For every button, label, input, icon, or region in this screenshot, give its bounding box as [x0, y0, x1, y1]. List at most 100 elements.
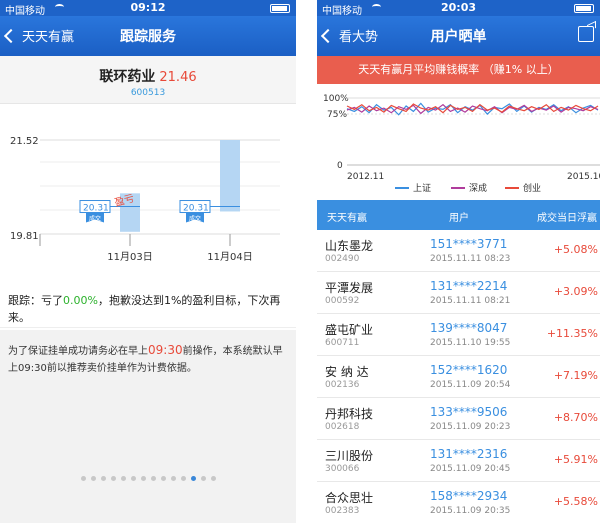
- notice-time: 09:30: [148, 343, 183, 357]
- buy-price-label: 20.31: [83, 204, 109, 214]
- stock-name: 山东墨龙: [325, 239, 374, 253]
- stock-code: 002383: [325, 506, 360, 516]
- battery-icon: [270, 4, 290, 13]
- user-phone: 131****2316: [430, 447, 508, 461]
- price-range-bar: [220, 140, 240, 212]
- nav-bar: 看大势 用户晒单: [317, 16, 600, 56]
- y-bottom-label: 19.81: [10, 231, 39, 242]
- track-prefix: 跟踪：亏了: [8, 294, 63, 307]
- win-rate-banner: 天天有赢月平均赚钱概率 （赚1% 以上）: [317, 56, 600, 84]
- stock-name: 盛屯矿业: [325, 323, 374, 337]
- stock-name: 三川股份: [325, 449, 374, 463]
- page-title: 跟踪服务: [120, 29, 176, 45]
- price-track-chart: 21.52 19.81 20.31成交盈亏11月03日20.31成交11月04日: [10, 136, 280, 263]
- stock-header: 联环药业 21.46 600513: [0, 56, 296, 104]
- track-result: 跟踪：亏了0.00%，抱歉没达到1%的盈利目标，下次再来。: [0, 284, 296, 328]
- page-dot[interactable]: [180, 476, 186, 481]
- stock-code: 600711: [325, 338, 360, 348]
- page-dot[interactable]: [80, 476, 86, 481]
- status-bar: 中国移动 20:03: [317, 0, 600, 17]
- page-dot[interactable]: [160, 476, 166, 481]
- stock-name: 联环药业: [99, 69, 156, 85]
- page-dot[interactable]: [130, 476, 136, 481]
- stock-name: 合众思壮: [325, 491, 374, 505]
- screen-gap: [296, 0, 317, 523]
- status-bar: 中国移动 09:12: [0, 0, 296, 17]
- table-row[interactable]: 安 纳 达 002136 152****1620 2015.11.09 20:54 +7…: [317, 356, 600, 398]
- user-phone: 133****9506: [430, 405, 508, 419]
- user-phone: 131****2214: [430, 279, 508, 293]
- float-gain: +8.70%: [553, 411, 598, 424]
- table-row[interactable]: 盛屯矿业 600711 139****8047 2015.11.10 19:55 +11…: [317, 314, 600, 356]
- share-list: 山东墨龙 002490 151****3771 2015.11.11 08:23 +5.…: [317, 230, 600, 523]
- stock-name: 安 纳 达: [325, 365, 369, 379]
- right-screen: 中国移动 20:03 看大势 用户晒单 天天有赢月平均赚钱概率 （赚1% 以上）…: [317, 0, 600, 523]
- stock-price: 21.46: [159, 70, 197, 85]
- stock-code: 000592: [325, 296, 360, 306]
- battery-icon: [574, 4, 594, 13]
- page-dot[interactable]: [90, 476, 96, 481]
- table-row[interactable]: 山东墨龙 002490 151****3771 2015.11.11 08:23 +5.…: [317, 230, 600, 272]
- float-gain: +5.08%: [553, 243, 598, 256]
- page-dot[interactable]: [100, 476, 106, 481]
- float-gain: +3.09%: [553, 285, 598, 298]
- page-dot[interactable]: [210, 476, 216, 481]
- stock-code: 002490: [325, 254, 360, 264]
- page-dot[interactable]: [170, 476, 176, 481]
- trade-date: 2015.11.09 20:23: [430, 422, 511, 432]
- page-dot[interactable]: [200, 476, 206, 481]
- notice-text: 为了保证挂单成功请务必在早上09:30前操作，本系统默认早上09:30前以推荐卖…: [0, 330, 296, 523]
- legend-label: 上证: [413, 183, 431, 194]
- float-gain: +5.91%: [553, 453, 598, 466]
- page-title: 用户晒单: [430, 29, 487, 45]
- stock-name: 丹邦科技: [325, 407, 374, 421]
- stock-name: 平潭发展: [325, 281, 374, 295]
- col-header-float: 成交当日浮赢: [537, 213, 597, 224]
- trade-date: 2015.11.10 19:55: [430, 338, 511, 348]
- stock-code: 002618: [325, 422, 360, 432]
- user-phone: 158****2934: [430, 489, 508, 503]
- x-label-start: 2012.11: [347, 172, 384, 182]
- table-row[interactable]: 丹邦科技 002618 133****9506 2015.11.09 20:23 +8.…: [317, 398, 600, 440]
- stock-code: 300066: [325, 464, 360, 474]
- left-screen: 中国移动 09:12 天天有赢 跟踪服务 联环药业 21.46 600513 21…: [0, 0, 296, 523]
- table-row[interactable]: 三川股份 300066 131****2316 2015.11.09 20:45 +5.…: [317, 440, 600, 482]
- status-time: 09:12: [130, 1, 166, 14]
- trade-tag-label: 成交: [89, 215, 101, 223]
- buy-price-label: 20.31: [183, 204, 209, 214]
- notice-part1: 为了保证挂单成功请务必在早上: [8, 346, 148, 357]
- y-top-label: 21.52: [10, 136, 39, 147]
- page-indicator[interactable]: [0, 476, 296, 481]
- page-dot[interactable]: [120, 476, 126, 481]
- share-icon[interactable]: [578, 26, 594, 42]
- trade-date: 2015.11.11 08:23: [430, 254, 511, 264]
- float-gain: +5.58%: [553, 495, 598, 508]
- page-dot[interactable]: [190, 476, 196, 481]
- page-dot[interactable]: [110, 476, 116, 481]
- stock-code: 002136: [325, 380, 360, 390]
- stock-code: 600513: [130, 88, 166, 98]
- table-row[interactable]: 合众思壮 002383 158****2934 2015.11.09 20:35 +5.…: [317, 482, 600, 523]
- user-phone: 139****8047: [430, 321, 508, 335]
- x-date-label: 11月03日: [107, 251, 152, 263]
- x-date-label: 11月04日: [207, 251, 252, 263]
- x-label-end: 2015.10: [567, 172, 600, 182]
- win-rate-chart: 100% 75% 0 2012.11 2015.10 上证 深成 创业: [323, 94, 600, 194]
- col-header-user: 用户: [449, 213, 469, 224]
- y-label-100: 100%: [323, 94, 349, 104]
- trade-tag-label: 成交: [189, 215, 201, 223]
- trade-date: 2015.11.09 20:54: [430, 380, 511, 390]
- col-header-stock: 天天有赢: [327, 213, 367, 224]
- table-row[interactable]: 平潭发展 000592 131****2214 2015.11.11 08:21 +3.…: [317, 272, 600, 314]
- track-pct: 0.00%: [63, 294, 98, 307]
- page-dot[interactable]: [150, 476, 156, 481]
- status-time: 20:03: [440, 1, 476, 14]
- trade-date: 2015.11.09 20:45: [430, 464, 511, 474]
- page-dot[interactable]: [140, 476, 146, 481]
- user-phone: 152****1620: [430, 363, 508, 377]
- float-gain: +7.19%: [553, 369, 598, 382]
- trade-date: 2015.11.11 08:21: [430, 296, 511, 306]
- y-label-75: 75%: [327, 110, 347, 120]
- nav-bar: 天天有赢 跟踪服务: [0, 16, 296, 56]
- legend-label: 深成: [469, 182, 487, 194]
